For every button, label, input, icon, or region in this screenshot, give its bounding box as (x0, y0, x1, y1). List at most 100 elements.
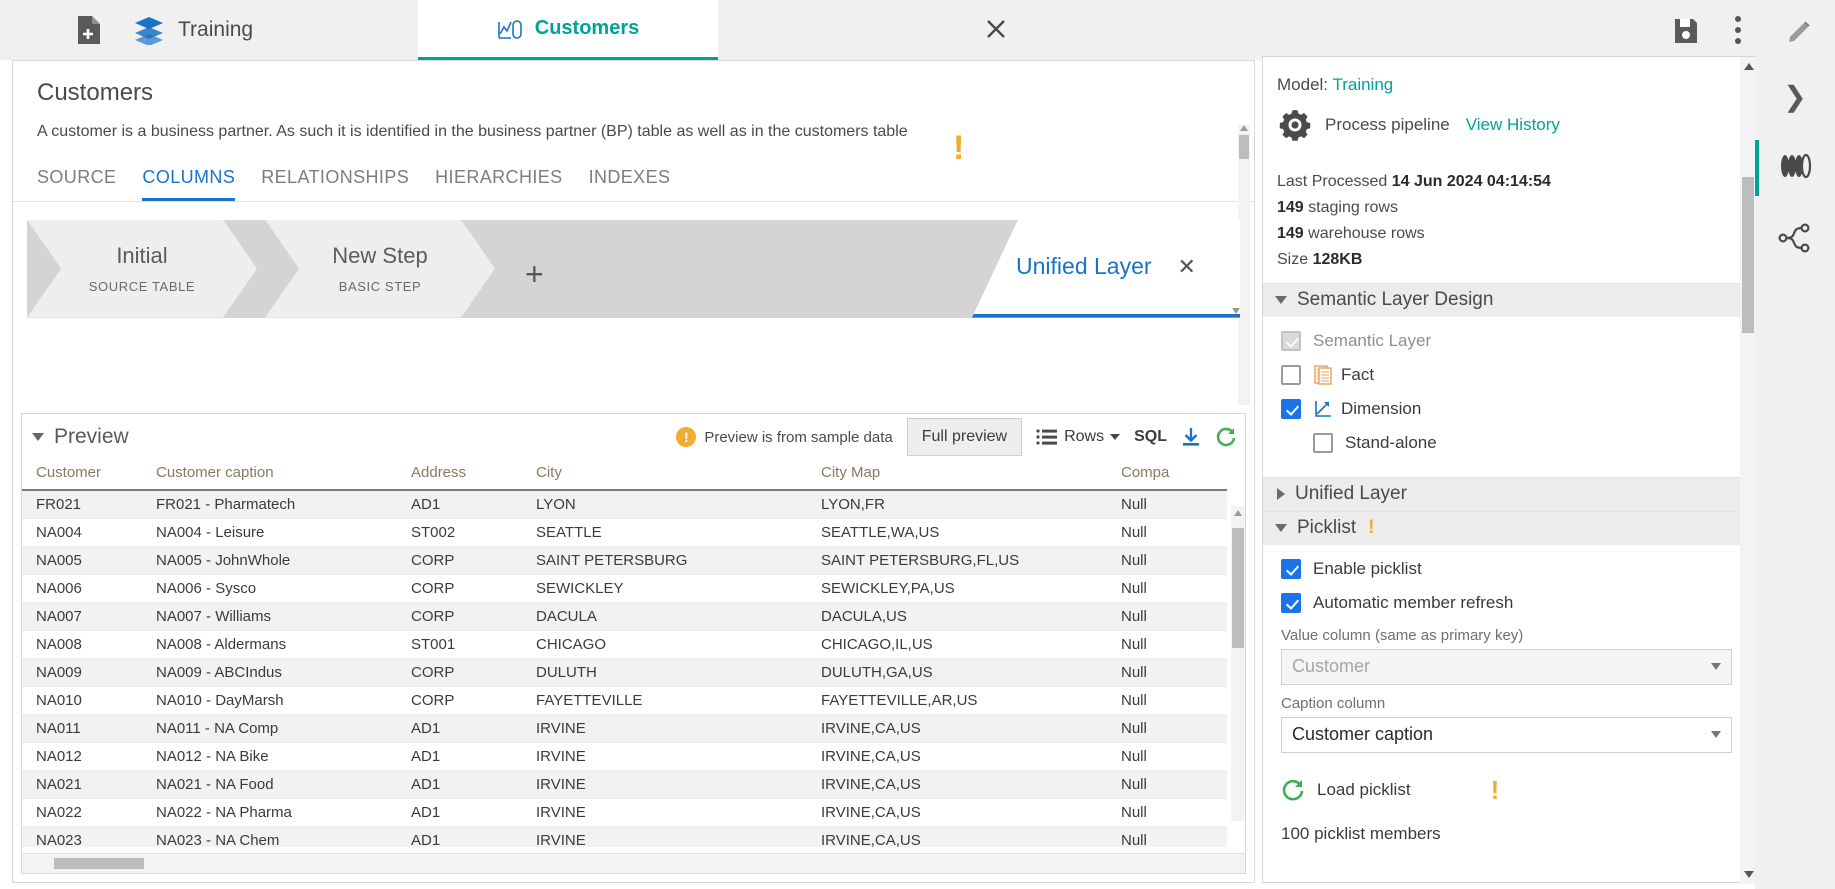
properties-panel-scrollbar[interactable] (1740, 57, 1756, 884)
kebab-menu-icon[interactable] (1735, 16, 1741, 44)
table-cell: CORP (397, 602, 522, 631)
scroll-thumb[interactable] (54, 858, 144, 869)
table-cell: NA005 - JohnWhole (142, 546, 397, 575)
hamburger-icon[interactable] (14, 18, 48, 42)
scroll-up-arrow-icon[interactable] (1744, 63, 1754, 70)
tab-columns[interactable]: COLUMNS (142, 167, 236, 201)
triangle-right-icon (1277, 488, 1285, 501)
table-cell: SAINT PETERSBURG (522, 546, 807, 575)
pipeline-step-type: BASIC STEP (338, 279, 422, 295)
table-row[interactable]: NA006 NA006 - Sysco CORP SEWICKLEY SEWICKLEY… (22, 574, 1227, 603)
processing-stats: Last Processed 14 Jun 2024 04:14:54 149 … (1277, 169, 1740, 273)
refresh-icon[interactable] (1215, 426, 1237, 448)
table-row[interactable]: NA009 NA009 - ABCIndus CORP DULUTH DULUTH,GA… (22, 658, 1227, 687)
column-header-city-map[interactable]: City Map (807, 460, 1107, 491)
stand-alone-label: Stand-alone (1345, 432, 1437, 452)
tab-hierarchies[interactable]: HIERARCHIES (435, 167, 562, 201)
model-name-label: Training (178, 18, 254, 41)
table-row[interactable]: NA007 NA007 - Williams CORP DACULA DACULA,US… (22, 602, 1227, 631)
tab-close-icon[interactable] (985, 18, 1007, 40)
table-row[interactable]: NA022 NA022 - NA Pharma AD1 IRVINE IRVINE,CA… (22, 798, 1227, 827)
rail-item-lineage[interactable] (1755, 204, 1835, 276)
caption-column-select[interactable]: Customer caption (1281, 716, 1732, 753)
dimension-checkbox[interactable] (1281, 398, 1301, 419)
table-row[interactable]: NA005 NA005 - JohnWhole CORP SAINT PETERSBU… (22, 546, 1227, 575)
tab-relationships[interactable]: RELATIONSHIPS (261, 167, 409, 201)
semantic-layer-label: Semantic Layer (1313, 330, 1432, 350)
column-header-customer[interactable]: Customer (22, 460, 142, 491)
pencil-icon[interactable] (1787, 17, 1813, 43)
table-cell: IRVINE,CA,US (807, 826, 1107, 847)
view-history-link[interactable]: View History (1466, 115, 1560, 135)
add-step-button[interactable]: + (525, 258, 544, 290)
column-header-address[interactable]: Address (397, 460, 522, 491)
scroll-down-arrow-icon[interactable] (1232, 307, 1240, 314)
rail-item-expand-panel[interactable]: ❯ (1755, 60, 1835, 132)
scroll-up-arrow-icon[interactable] (1234, 510, 1242, 516)
section-header-unified-layer[interactable]: Unified Layer (1263, 476, 1754, 511)
gear-icon[interactable] (1277, 107, 1313, 143)
section-header-semantic-layer-design[interactable]: Semantic Layer Design (1263, 282, 1754, 317)
download-icon[interactable] (1181, 427, 1201, 447)
pipeline-step-initial[interactable]: Initial SOURCE TABLE (27, 219, 257, 318)
staging-rows-value: 149 (1277, 198, 1304, 216)
table-cell: SAINT PETERSBURG,FL,US (807, 546, 1107, 575)
table-cell: NA009 (22, 658, 142, 687)
pipeline-step-new-step[interactable]: New Step BASIC STEP (265, 219, 495, 318)
tab-customers[interactable]: Customers (418, 0, 718, 60)
pipeline-step-unified-layer[interactable]: Unified Layer ✕ (972, 219, 1240, 318)
table-row[interactable]: NA021 NA021 - NA Food AD1 IRVINE IRVINE,CA,U… (22, 770, 1227, 799)
automatic-member-refresh-checkbox[interactable] (1281, 592, 1301, 613)
rows-dropdown[interactable]: Rows (1036, 428, 1121, 446)
page-description: A customer is a business partner. As suc… (37, 123, 908, 140)
close-icon[interactable]: ✕ (1178, 254, 1196, 280)
rail-item-storage[interactable] (1755, 132, 1835, 204)
scroll-thumb[interactable] (1239, 135, 1249, 159)
stand-alone-checkbox[interactable] (1313, 432, 1333, 453)
table-horizontal-scrollbar[interactable] (22, 853, 1245, 873)
tab-indexes[interactable]: INDEXES (589, 167, 671, 201)
sql-button[interactable]: SQL (1134, 428, 1167, 446)
fact-checkbox[interactable] (1281, 364, 1301, 385)
column-header-customer-caption[interactable]: Customer caption (142, 460, 397, 491)
warning-exclamation-icon: ! (1490, 774, 1500, 805)
dimension-axis-icon (1313, 399, 1333, 419)
enable-picklist-checkbox[interactable] (1281, 558, 1301, 579)
tab-source[interactable]: SOURCE (37, 167, 116, 201)
table-cell: NA006 - Sysco (142, 574, 397, 603)
chevron-down-icon[interactable] (32, 433, 44, 441)
column-header-company[interactable]: Compa (1107, 460, 1227, 491)
preview-table-container: Customer Customer caption Address City C… (22, 460, 1245, 847)
column-header-city[interactable]: City (522, 460, 807, 491)
table-row[interactable]: NA008 NA008 - Aldermans ST001 CHICAGO CHICAG… (22, 630, 1227, 659)
table-row[interactable]: NA012 NA012 - NA Bike AD1 IRVINE IRVINE,CA,U… (22, 742, 1227, 771)
new-document-icon[interactable] (76, 15, 102, 45)
table-cell: NA023 (22, 826, 142, 847)
table-cell: NA004 (22, 518, 142, 547)
scroll-down-arrow-icon[interactable] (1744, 871, 1754, 878)
refresh-icon[interactable] (1281, 778, 1305, 802)
model-value[interactable]: Training (1332, 75, 1393, 94)
table-vertical-scrollbar[interactable] (1231, 506, 1245, 821)
preview-title: Preview (54, 425, 129, 448)
load-picklist-link[interactable]: Load picklist (1317, 780, 1411, 800)
pipeline-final-step-name: Unified Layer (1016, 253, 1152, 280)
process-pipeline-label: Process pipeline (1325, 115, 1450, 134)
table-cell: AD1 (397, 798, 522, 827)
scroll-up-arrow-icon[interactable] (1240, 125, 1248, 131)
pipeline-scroll[interactable] (1230, 220, 1240, 318)
table-row[interactable]: NA011 NA011 - NA Comp AD1 IRVINE IRVINE,CA,U… (22, 714, 1227, 743)
table-row[interactable]: NA023 NA023 - NA Chem AD1 IRVINE IRVINE,CA,U… (22, 826, 1227, 847)
top-bar: Training Customers (0, 0, 1835, 60)
scroll-thumb[interactable] (1742, 177, 1754, 333)
table-row[interactable]: FR021 FR021 - Pharmatech AD1 LYON LYON,FR Nul… (22, 490, 1227, 519)
section-header-picklist[interactable]: Picklist ! (1263, 510, 1754, 545)
table-cell: NA007 - Williams (142, 602, 397, 631)
table-row[interactable]: NA010 NA010 - DayMarsh CORP FAYETTEVILLE FAY… (22, 686, 1227, 715)
save-icon[interactable] (1673, 17, 1699, 43)
table-row[interactable]: NA004 NA004 - Leisure ST002 SEATTLE SEATTLE,… (22, 518, 1227, 547)
table-cell: Null (1107, 546, 1227, 575)
scroll-thumb[interactable] (1232, 528, 1244, 648)
fact-table-icon (1313, 364, 1333, 385)
full-preview-button[interactable]: Full preview (906, 418, 1023, 456)
